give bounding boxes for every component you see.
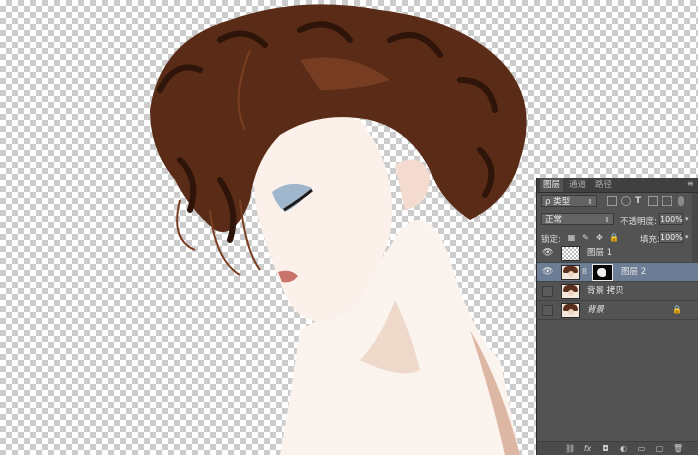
layer-name[interactable]: 背景 [587,301,604,320]
visibility-off-box[interactable] [542,286,553,297]
fill-arrow-icon[interactable]: ▾ [685,233,689,241]
folder-icon[interactable]: ▭ [637,444,646,453]
filter-shape-icon[interactable] [648,196,658,206]
layer-row-selected[interactable]: 👁 8 图层 2 [537,263,698,282]
filter-kind-dropdown[interactable]: ρ 类型 ⇕ [541,195,597,207]
panel-menu-icon[interactable]: ≡ [687,180,696,188]
layer-thumbnail [561,265,580,280]
blend-row: 正常 ⇕ 不透明度: 100% ▾ [537,211,698,228]
layer-row[interactable]: 背景 拷贝 [537,282,698,301]
tab-layers[interactable]: 图层 [540,178,564,192]
adjustment-icon[interactable]: ◐ [619,444,628,453]
tab-channels[interactable]: 通道 [566,178,589,192]
layer-name[interactable]: 图层 1 [587,244,612,263]
filter-kind-label: ρ 类型 [545,197,571,207]
link-icon[interactable]: ⛓ [565,444,575,453]
filter-adjustment-icon[interactable] [621,196,631,206]
blend-mode-dropdown[interactable]: 正常 ⇕ [541,213,614,225]
opacity-field[interactable]: 100% [659,213,683,225]
filter-row: ρ 类型 ⇕ T [537,193,698,210]
layers-bottom-bar: ⛓ fx ◘ ◐ ▭ ▢ 🗑 [537,441,698,455]
eye-icon[interactable]: 👁 [542,267,553,278]
tab-paths[interactable]: 路径 [592,178,615,192]
visibility-off-box[interactable] [542,305,553,316]
blend-mode-label: 正常 [545,215,563,225]
filter-toggle-icon[interactable] [678,196,684,206]
trash-icon[interactable]: 🗑 [673,444,683,453]
lock-pixels-icon[interactable]: ✎ [581,233,590,242]
layer-name[interactable]: 背景 拷贝 [587,282,624,301]
dropdown-arrow-icon: ⇕ [587,198,593,206]
add-mask-icon[interactable]: ◘ [601,444,610,453]
layer-thumbnail [561,284,580,299]
layer-row[interactable]: 背景 🔒 [537,301,698,320]
panel-tabs: 图层 通道 路径 ≡ [537,178,698,193]
lock-position-icon[interactable]: ✥ [595,233,604,242]
layer-thumbnail [561,246,580,261]
layer-thumbnail [561,303,580,318]
layer-mask-thumbnail[interactable] [592,264,613,281]
eye-icon[interactable]: 👁 [542,248,553,259]
lock-icon: 🔒 [672,305,682,314]
filter-pixel-icon[interactable] [607,196,617,206]
fill-field[interactable]: 100% [659,231,683,243]
ear [395,159,430,210]
lock-all-icon[interactable]: 🔒 [609,233,619,242]
opacity-arrow-icon[interactable]: ▾ [685,215,689,223]
fx-icon[interactable]: fx [583,444,592,453]
new-layer-icon[interactable]: ▢ [655,444,664,453]
layer-row[interactable]: 👁 图层 1 [537,244,698,263]
layers-panel: 图层 通道 路径 ≡ ρ 类型 ⇕ T 正常 ⇕ 不透明度: 100% ▾ 锁定… [536,178,698,455]
dropdown-arrow-icon: ⇕ [604,216,610,224]
layers-scrollbar[interactable] [692,193,698,263]
layer-name[interactable]: 图层 2 [621,263,646,282]
filter-smart-object-icon[interactable] [662,196,672,206]
filter-type-icon[interactable]: T [635,196,645,206]
chain-link-icon[interactable]: 8 [582,267,587,276]
lock-transparent-icon[interactable]: ▦ [567,233,576,242]
opacity-label: 不透明度: [620,217,657,227]
